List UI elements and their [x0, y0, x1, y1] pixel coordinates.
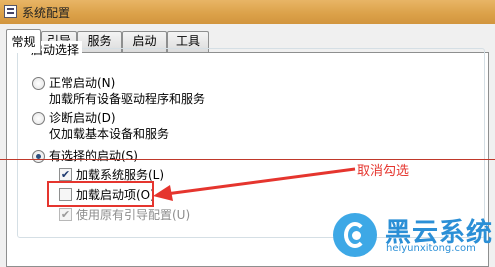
tab-general[interactable]: 常规 — [6, 29, 41, 53]
normal-startup-description: 加载所有设备驱动程序和服务 — [49, 92, 206, 106]
normal-startup-label[interactable]: 正常启动(N) — [49, 74, 115, 91]
load-system-services-checkbox[interactable]: ✔ — [59, 168, 72, 181]
annotation-highlight-box — [47, 181, 154, 207]
normal-startup-radio[interactable] — [32, 77, 45, 90]
red-arrow-icon — [153, 167, 356, 201]
heiyun-logo-icon — [333, 213, 377, 257]
watermark-url: heiyunxitong.com — [386, 243, 476, 254]
watermark: 黑云系统 heiyunxitong.com — [333, 209, 495, 267]
selective-startup-radio[interactable] — [32, 150, 45, 163]
checkbox-check-icon: ✔ — [60, 208, 71, 221]
checkbox-check-icon: ✔ — [60, 168, 71, 181]
use-original-boot-config-label: 使用原有引导配置(U) — [76, 208, 191, 222]
use-original-boot-config-checkbox: ✔ — [59, 208, 72, 221]
diagnostic-startup-description: 仅加载基本设备和服务 — [49, 127, 170, 141]
diagnostic-startup-radio[interactable] — [32, 112, 45, 125]
diagnostic-startup-label[interactable]: 诊断启动(D) — [49, 109, 116, 126]
annotation-text: 取消勾选 — [357, 164, 410, 179]
selective-startup-label[interactable]: 有选择的启动(S) — [49, 147, 138, 164]
annotation-divider-line — [0, 159, 495, 160]
title-bar: 系统配置 — [0, 0, 495, 24]
window-app-icon — [4, 5, 17, 18]
window-title: 系统配置 — [22, 6, 71, 20]
